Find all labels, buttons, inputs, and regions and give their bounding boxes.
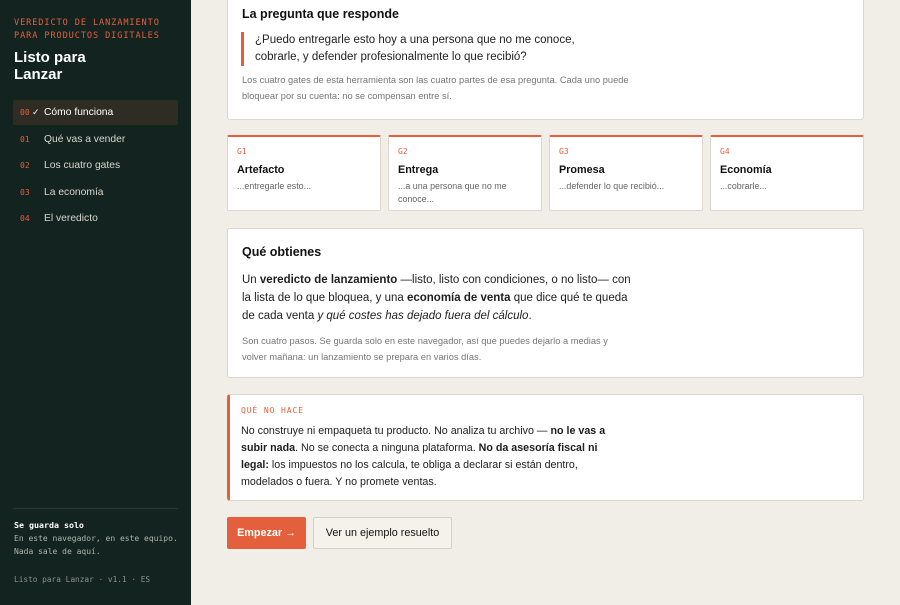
gate-description: ...defender lo que recibió... <box>559 181 665 191</box>
sidebar-item-que-vas-a-vender[interactable]: 01 Qué vas a vender <box>13 127 178 152</box>
version-label: Listo para Lanzar · v1.1 · ES <box>14 575 151 584</box>
what-you-get-heading: Qué obtienes <box>242 245 322 259</box>
gate-title: Entrega <box>398 164 439 176</box>
autosave-title: Se guarda solo <box>14 520 84 530</box>
step-number: 02 <box>20 161 30 170</box>
gate-description: ...cobrarle... <box>720 181 767 191</box>
sidebar-item-label: Qué vas a vender <box>44 133 126 145</box>
gate-code: G4 <box>720 147 730 156</box>
question-note: Los cuatro gates de esta herramienta son… <box>242 75 629 101</box>
what-you-get-note: Son cuatro pasos. Se guarda solo en este… <box>242 336 608 362</box>
step-number: 01 <box>20 134 30 144</box>
question-card: La pregunta que responde ¿Puedo entregar… <box>227 0 864 120</box>
sidebar-item-el-veredicto[interactable]: 04 El veredicto <box>13 206 178 231</box>
text-run: No construye ni empaqueta tu producto. N… <box>241 425 551 437</box>
gate-card-g4: G4 Economía ...cobrarle... <box>710 135 864 211</box>
what-you-get-card: Qué obtienes Un veredicto de lanzamiento… <box>227 228 864 378</box>
what-you-get-text: Un veredicto de lanzamiento —listo, list… <box>242 271 642 325</box>
gate-card-g2: G2 Entrega ...a una persona que no me co… <box>388 135 542 211</box>
sidebar-item-los-cuatro-gates[interactable]: 02 Los cuatro gates <box>13 153 178 178</box>
emphasis-economy: economía de venta <box>406 292 511 304</box>
gate-code: G1 <box>237 147 247 156</box>
question-quote: ¿Puedo entregarle esto hoy a una persona… <box>241 32 621 66</box>
step-number: 04 <box>20 214 30 223</box>
check-icon: ✓ <box>32 107 40 117</box>
text-run: . <box>528 310 532 322</box>
step-number: 00 <box>20 108 30 117</box>
autosave-note: En este navegador, en este equipo. Nada … <box>14 534 178 556</box>
gate-title: Economía <box>720 164 772 176</box>
gate-title: Promesa <box>559 164 605 176</box>
text-run: . No se conecta a ninguna plataforma. <box>295 442 479 454</box>
brand-kicker: Veredicto de lanzamiento para productos … <box>14 18 160 41</box>
text-run: los impuestos no los calcula, te obliga … <box>241 459 578 488</box>
what-it-does-not-do-card: QUÉ NO HACE No construye ni empaqueta tu… <box>227 394 864 501</box>
not-does-kicker: QUÉ NO HACE <box>241 406 304 415</box>
step-number: 03 <box>20 187 30 197</box>
sidebar-divider <box>13 508 178 509</box>
view-example-button[interactable]: Ver un ejemplo resuelto <box>313 517 452 549</box>
brand-title: Listo para Lanzar <box>14 49 86 83</box>
sidebar-item-la-economia[interactable]: 03 La economía <box>13 180 178 205</box>
gate-code: G2 <box>398 147 408 156</box>
sidebar-item-como-funciona[interactable]: 00 ✓ Cómo funciona <box>13 100 178 125</box>
gate-card-g1: G1 Artefacto ...entregarle esto... <box>227 135 381 211</box>
sidebar-item-label: Los cuatro gates <box>44 160 121 171</box>
gate-description: ...a una persona que no me conoce... <box>398 181 507 204</box>
sidebar-nav: 00 ✓ Cómo funciona 01 Qué vas a vender 0… <box>13 100 178 233</box>
emphasis-costs: y qué costes has dejado fuera del cálcul… <box>317 310 529 322</box>
sidebar-item-label: La economía <box>44 186 104 198</box>
not-does-text: No construye ni empaqueta tu producto. N… <box>241 423 621 491</box>
question-heading: La pregunta que responde <box>242 7 399 21</box>
gate-card-g3: G3 Promesa ...defender lo que recibió... <box>549 135 703 211</box>
text-run: Un <box>242 274 260 286</box>
sidebar: Veredicto de lanzamiento para productos … <box>0 0 191 605</box>
gate-code: G3 <box>559 147 569 156</box>
gate-title: Artefacto <box>237 164 285 176</box>
start-button[interactable]: Empezar → <box>227 517 306 549</box>
gate-description: ...entregarle esto... <box>237 181 311 191</box>
sidebar-item-label: El veredicto <box>44 213 98 224</box>
sidebar-item-label: Cómo funciona <box>44 107 114 118</box>
emphasis-verdict: veredicto de lanzamiento <box>259 274 398 286</box>
